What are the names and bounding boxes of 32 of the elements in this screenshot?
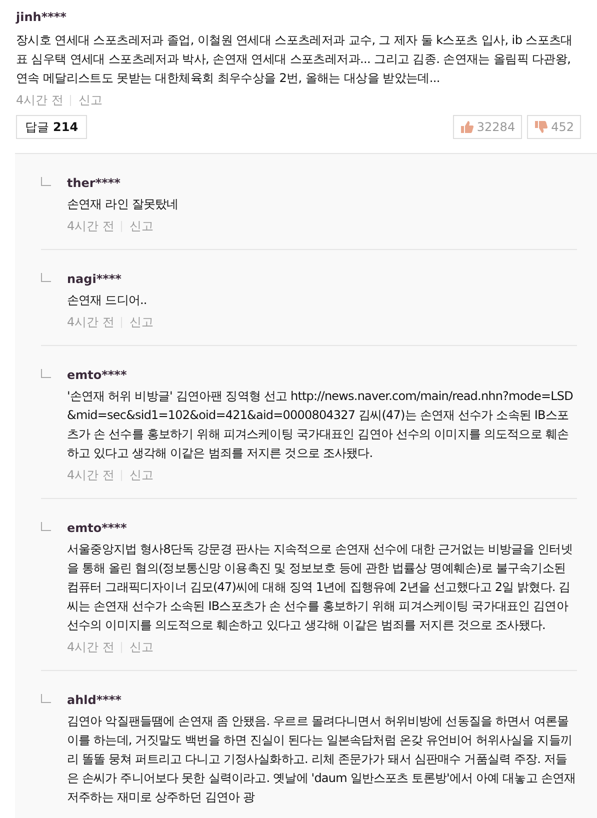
thumbs-down-icon	[534, 120, 548, 134]
username: ahld****	[67, 692, 122, 709]
comment-text: 장시호 연세대 스포츠레저과 졸업, 이철원 연세대 스포츠레저과 교수, 그 제자 둘 k스포츠 입사, ib 스포츠대표 심우택 연세대 스포츠레저과 박사, 손연재 연세대 스포츠레저과... 그리고 김종. 손연재는 올림픽 다관왕, 연속 메달리스트도 못받는 대한체육회 최우수상을 2번, 올해는 대상을 받았는데...	[16, 32, 574, 87]
timestamp: 4시간 전	[67, 218, 114, 235]
reply-text: 서울중앙지법 형사8단독 강문경 판사는 지속적으로 손연재 선수에 대한 근거없는 비방글을 인터넷을 통해 올린 혐의(정보통신망 이용촉진 및 정보보호 등에 관한 법률상 명예훼손)로 불구속기소된 컴퓨터 그래픽디자이너 김모(47)씨에 대해 징역 1년에 집행유예 2년을 선고했다고 2일 밝혔다. 김씨는 손연재 선수가 소속된 IB스포츠가 손 선수를 홍보하기 위해 피겨스케이팅 국가대표인 김연아 선수의 이미지를 의도적으로 훼손하고 있다고 생각해 이같은 범죄를 저지른 것으로 조사됐다.	[67, 541, 574, 634]
dislike-button[interactable]: 452	[527, 115, 581, 139]
reply-corner-icon	[41, 177, 51, 186]
report-link[interactable]: 신고	[78, 91, 102, 109]
reply-corner-icon	[41, 273, 51, 282]
like-button[interactable]: 32284	[452, 115, 522, 139]
reply-corner-icon	[41, 694, 51, 703]
timestamp: 4시간 전	[67, 314, 114, 331]
reply-text: 손연재 드디어..	[67, 292, 148, 309]
reply-button[interactable]: 답글 214	[16, 115, 88, 139]
timestamp: 4시간 전	[67, 467, 114, 484]
report-link[interactable]: 신고	[129, 313, 154, 331]
report-link[interactable]: 신고	[129, 638, 154, 656]
username: emto****	[67, 367, 128, 384]
timestamp: 4시간 전	[16, 92, 64, 109]
report-link[interactable]: 신고	[129, 466, 154, 484]
reply-corner-icon	[41, 369, 51, 378]
username: jinh****	[16, 9, 68, 26]
thumbs-up-icon	[460, 120, 474, 134]
reply-text: 손연재 라인 잘못탔네	[67, 196, 180, 213]
report-link[interactable]: 신고	[129, 217, 154, 235]
username: ther****	[67, 175, 122, 192]
reply-text: '손연재 허위 비방글' 김연아팬 징역형 선고 http://news.naver.com/main/read.nhn?mode=LSD&mid=sec&sid1=102&oid=421&aid=0000804327 김씨(47)는 손연재 선수가 소속된 IB스포츠가 손 선수를 홍보하기 위해 피겨스케이팅 국가대표인 김연아 선수의 이미지를 의도적으로 훼손하고 있다고 생각해 이같은 범죄를 저지른 것으로 조사됐다.	[67, 388, 574, 462]
username: emto****	[67, 520, 128, 537]
username: nagi****	[67, 271, 122, 288]
reply-text: 김연아 악질팬들땜에 손연재 좀 안됐음. 우르르 몰려다니면서 허위비방에 선동질을 하면서 여론몰이를 하는데, 거짓말도 백번을 하면 진실이 된다는 일본속담처럼 온갖 유언비어 허위사실을 지들끼리 똘똘 뭉쳐 퍼트리고 다니고 기정사실화하고. 리체 존문가가 돼서 심판매수 거품실력 주장. 저들은 손씨가 주니어보다 못한 실력이라고. 옛날에 'daum 일반스포츠 토론방'에서 아예 대놓고 손연재 저주하는 재미로 상주하던 김연아 광	[67, 713, 577, 806]
timestamp: 4시간 전	[67, 639, 114, 656]
reply-corner-icon	[41, 522, 51, 531]
